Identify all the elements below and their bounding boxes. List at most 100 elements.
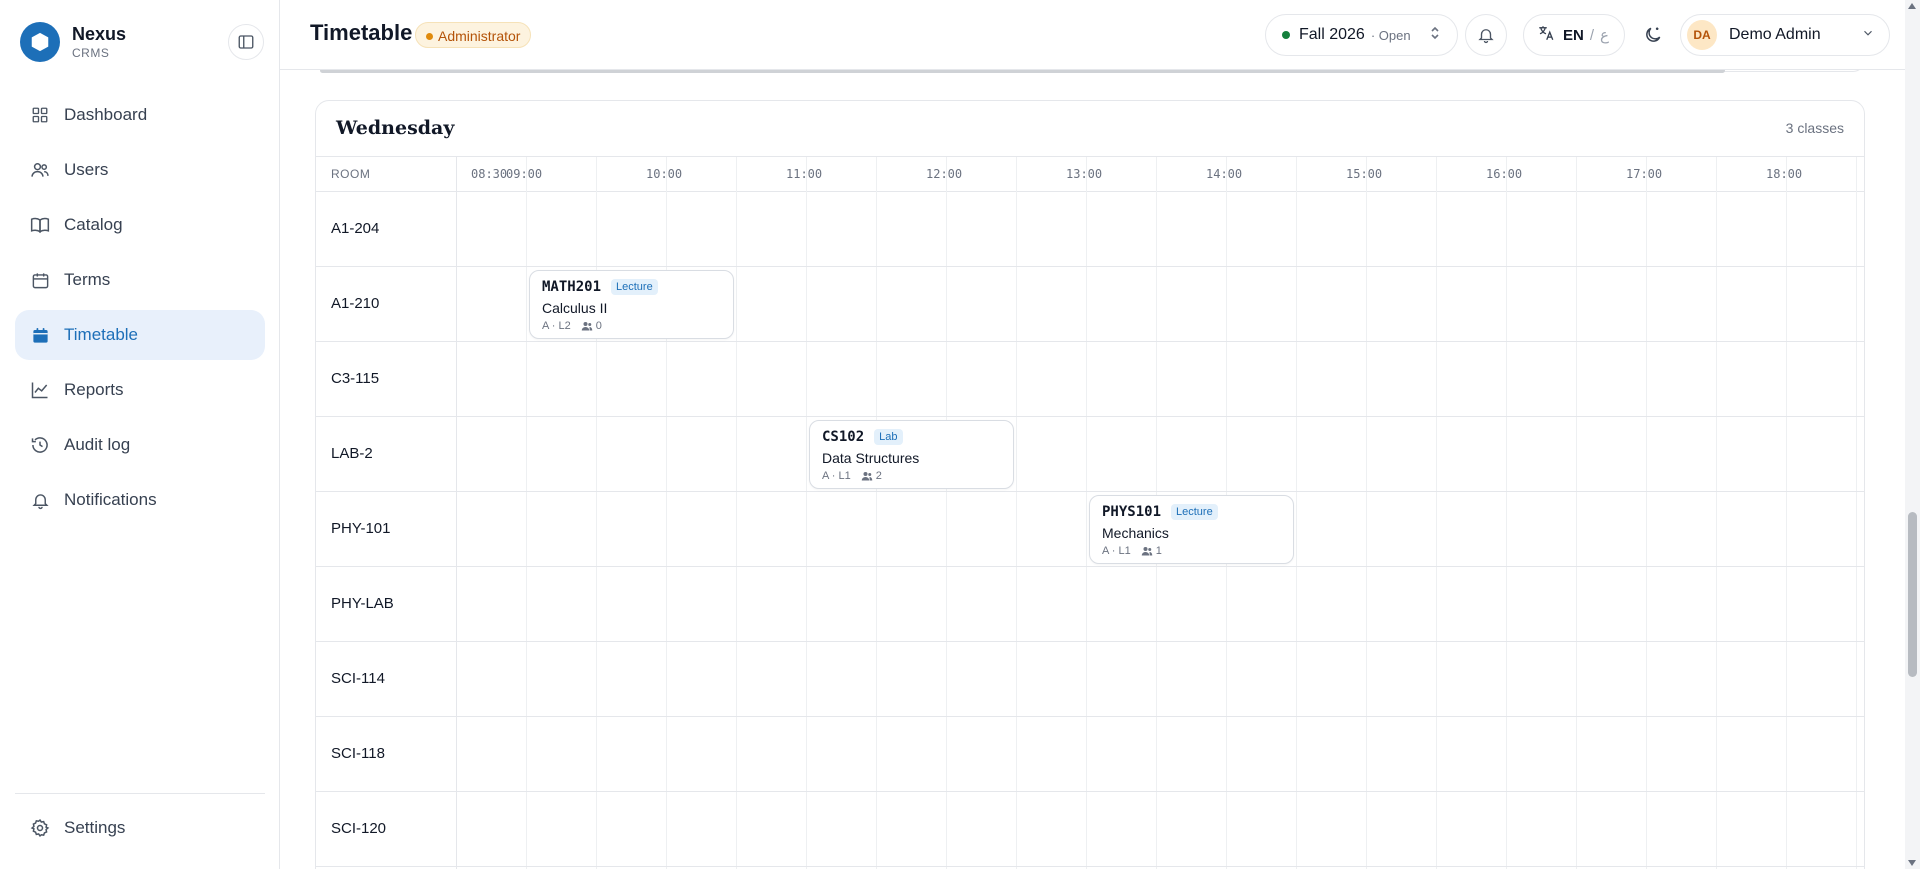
course-title: Data Structures bbox=[822, 450, 920, 466]
moon-sun-icon bbox=[1646, 27, 1661, 42]
sidebar-item-terms[interactable]: Terms bbox=[15, 255, 265, 305]
room-name: C3-115 bbox=[331, 370, 380, 387]
sidebar-item-label: Timetable bbox=[64, 325, 139, 344]
room-name: LAB-2 bbox=[331, 445, 373, 462]
room-row: PHY-LAB bbox=[316, 567, 1864, 642]
notifications-button[interactable] bbox=[1465, 14, 1507, 56]
user-name: Demo Admin bbox=[1729, 26, 1821, 43]
term-name: Fall 2026 bbox=[1299, 26, 1365, 43]
sidebar-item-notifications[interactable]: Notifications bbox=[15, 475, 265, 525]
time-slot-label: 09:00 bbox=[506, 167, 543, 181]
room-name: SCI-118 bbox=[331, 745, 385, 762]
sidebar-nav: Dashboard Users Catalog Terms Timetable bbox=[15, 90, 265, 530]
sidebar-toggle-button[interactable] bbox=[228, 24, 264, 60]
theme-toggle-button[interactable] bbox=[1632, 14, 1674, 56]
nexus-logo-icon bbox=[20, 22, 60, 62]
sidebar-item-reports[interactable]: Reports bbox=[15, 365, 265, 415]
class-event-card[interactable]: PHYS101 Lecture Mechanics A · L1 1 bbox=[1089, 495, 1294, 564]
language-switcher[interactable]: EN / ع bbox=[1523, 14, 1625, 56]
course-code: MATH201 bbox=[542, 279, 602, 295]
language-separator: / bbox=[1589, 26, 1595, 44]
sidebar-item-audit-log[interactable]: Audit log bbox=[15, 420, 265, 470]
time-slot-label: 08:30 bbox=[471, 167, 508, 181]
people-icon bbox=[861, 472, 872, 481]
chart-line-icon bbox=[30, 380, 50, 400]
sidebar-item-label: Notifications bbox=[64, 490, 157, 509]
sidebar-item-label: Settings bbox=[64, 818, 126, 837]
course-title: Calculus II bbox=[542, 300, 608, 316]
page-title: Timetable bbox=[310, 20, 413, 45]
sidebar-toggle-icon bbox=[238, 35, 254, 49]
timetable-grid: ROOM 08:30 09:00 10:00 11:00 12:00 13:00 14:00… bbox=[316, 156, 1864, 869]
session-type-badge: Lecture bbox=[611, 279, 658, 295]
sidebar-item-dashboard[interactable]: Dashboard bbox=[15, 90, 265, 140]
time-slot-label: 12:00 bbox=[926, 167, 963, 181]
users-icon bbox=[30, 160, 50, 180]
section-info: A · L1 bbox=[1102, 545, 1131, 557]
room-row: A1-204 bbox=[316, 192, 1864, 267]
calendar-filled-icon bbox=[30, 325, 50, 345]
enrolled-count: 2 bbox=[875, 470, 882, 482]
class-event-card[interactable]: CS102 Lab Data Structures A · L1 2 bbox=[809, 420, 1014, 489]
term-status: · Open bbox=[1370, 27, 1411, 43]
class-event-card[interactable]: MATH201 Lecture Calculus II A · L2 0 bbox=[529, 270, 734, 339]
sidebar-item-catalog[interactable]: Catalog bbox=[15, 200, 265, 250]
section-info: A · L1 bbox=[822, 470, 851, 482]
term-status-dot bbox=[1282, 31, 1290, 39]
room-name: PHY-101 bbox=[331, 520, 391, 537]
sidebar-settings-wrapper: Settings bbox=[15, 803, 265, 858]
room-row: SCI-118 bbox=[316, 717, 1864, 792]
sidebar-divider bbox=[15, 793, 265, 794]
room-name: SCI-114 bbox=[331, 670, 385, 687]
chevron-down-icon bbox=[1861, 26, 1875, 45]
room-row: SCI-114 bbox=[316, 642, 1864, 717]
top-header: Timetable Administrator Fall 2026 · Open… bbox=[280, 0, 1905, 70]
people-icon bbox=[1141, 547, 1152, 556]
course-code: PHYS101 bbox=[1102, 504, 1162, 520]
enrolled-count: 1 bbox=[1155, 545, 1162, 557]
history-icon bbox=[30, 435, 50, 455]
calendar-icon bbox=[30, 270, 50, 290]
bell-icon bbox=[30, 490, 50, 510]
bell-icon bbox=[1478, 29, 1494, 44]
avatar: DA bbox=[1687, 20, 1717, 50]
sidebar-item-users[interactable]: Users bbox=[15, 145, 265, 195]
user-menu[interactable]: DA Demo Admin bbox=[1680, 14, 1890, 56]
translate-icon bbox=[1537, 24, 1555, 47]
enrolled-count: 0 bbox=[595, 320, 602, 332]
brand[interactable]: Nexus CRMS bbox=[20, 22, 126, 62]
course-code: CS102 bbox=[822, 429, 865, 445]
sidebar-item-settings[interactable]: Settings bbox=[15, 803, 265, 853]
room-row: SCI-120 bbox=[316, 792, 1864, 867]
sidebar-item-label: Users bbox=[64, 160, 109, 179]
room-name: A1-210 bbox=[331, 295, 380, 312]
page-scroll-thumb[interactable] bbox=[1908, 512, 1917, 677]
language-alternate: ع bbox=[1600, 27, 1609, 44]
room-name: SCI-120 bbox=[331, 820, 387, 837]
sidebar-item-timetable[interactable]: Timetable bbox=[15, 310, 265, 360]
role-badge: Administrator bbox=[415, 22, 532, 48]
sidebar-item-label: Audit log bbox=[64, 435, 131, 454]
term-selector[interactable]: Fall 2026 · Open bbox=[1265, 14, 1458, 56]
gear-icon bbox=[30, 818, 50, 838]
course-title: Mechanics bbox=[1102, 525, 1169, 541]
chevron-up-down-icon bbox=[1429, 25, 1441, 46]
time-slot-label: 10:00 bbox=[646, 167, 683, 181]
time-slot-label: 16:00 bbox=[1486, 167, 1523, 181]
time-slot-label: 18:00 bbox=[1766, 167, 1803, 181]
time-slot-label: 17:00 bbox=[1626, 167, 1663, 181]
page-scrollbar[interactable] bbox=[1905, 0, 1920, 869]
time-slot-label: 11:00 bbox=[786, 167, 823, 181]
room-name: A1-204 bbox=[331, 220, 380, 237]
sidebar-item-label: Terms bbox=[64, 270, 111, 289]
scroll-up-icon[interactable] bbox=[1908, 3, 1916, 9]
day-card-wednesday: Wednesday 3 classes ROOM 08:30 09:00 10:00… bbox=[315, 100, 1865, 869]
scroll-down-icon[interactable] bbox=[1908, 860, 1916, 866]
brand-name: Nexus bbox=[72, 24, 127, 44]
sidebar-item-label: Reports bbox=[64, 380, 124, 399]
sidebar-item-label: Dashboard bbox=[64, 105, 148, 124]
people-icon bbox=[581, 322, 592, 331]
room-row: LAB-2 bbox=[316, 417, 1864, 492]
language-current: EN bbox=[1563, 26, 1584, 44]
sidebar: Nexus CRMS Dashboard Users Catalog Terms… bbox=[0, 0, 280, 869]
